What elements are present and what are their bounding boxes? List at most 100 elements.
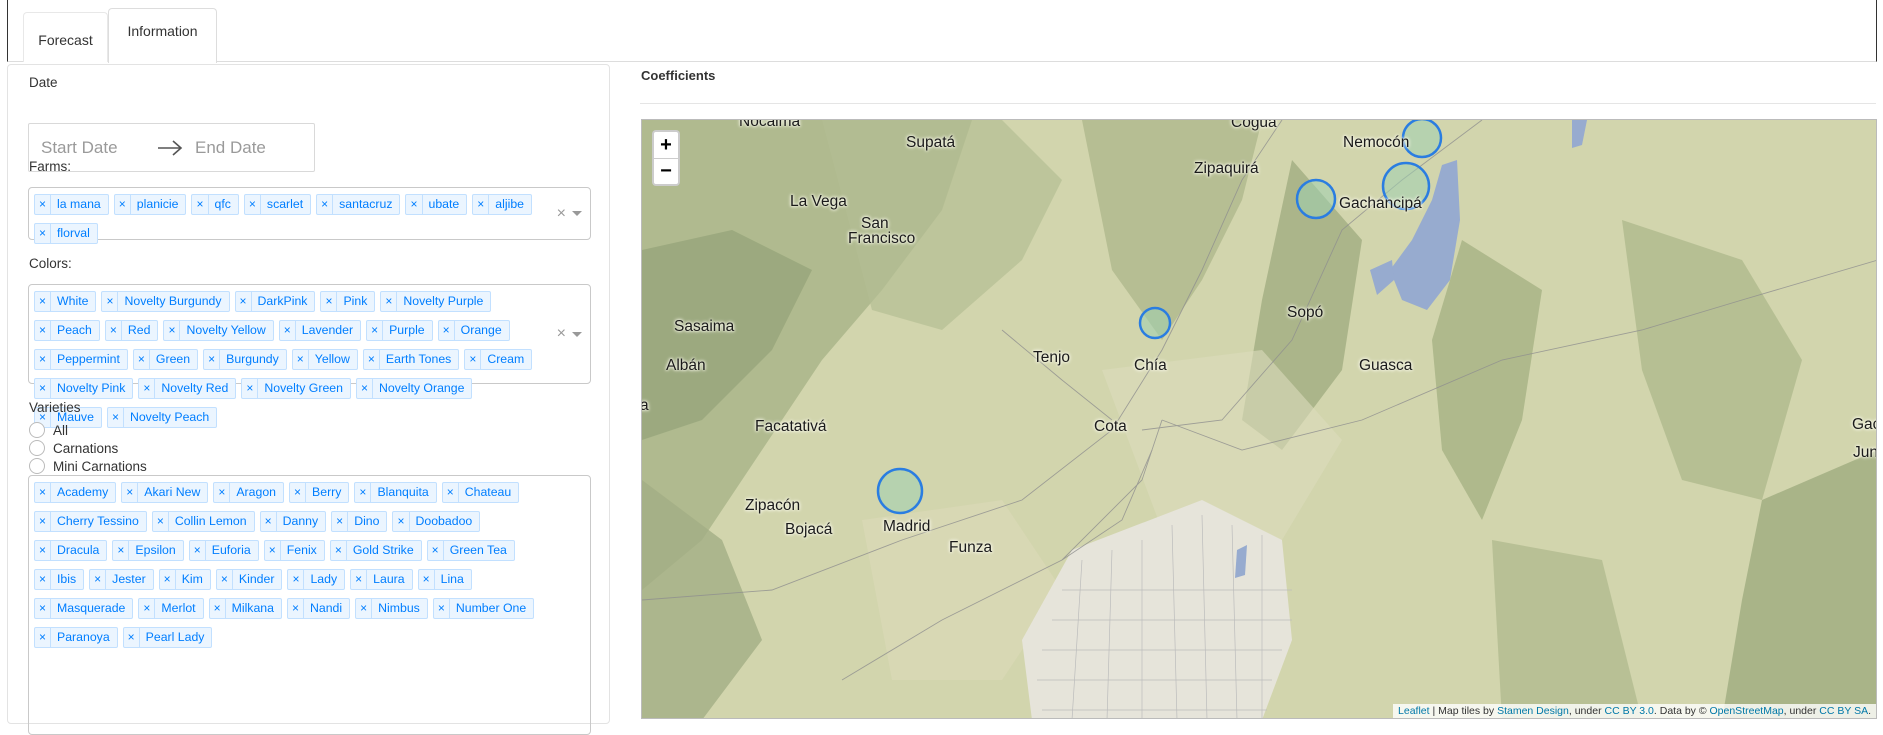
selected-tag[interactable]: × Lady bbox=[287, 569, 346, 590]
selected-tag[interactable]: × Fenix bbox=[263, 540, 325, 561]
selected-tag[interactable]: × Merlot bbox=[138, 598, 204, 619]
selected-tag[interactable]: × Nimbus bbox=[355, 598, 428, 619]
remove-tag-icon[interactable]: × bbox=[290, 483, 307, 502]
remove-tag-icon[interactable]: × bbox=[35, 483, 52, 502]
selected-tag[interactable]: × Novelty Peach bbox=[106, 407, 218, 428]
remove-tag-icon[interactable]: × bbox=[108, 408, 124, 427]
remove-tag-icon[interactable]: × bbox=[261, 512, 277, 531]
selected-tag[interactable]: × Yellow bbox=[291, 349, 358, 370]
start-date-input[interactable]: Start Date bbox=[41, 138, 118, 158]
selected-tag[interactable]: × Novelty Burgundy bbox=[101, 291, 230, 312]
remove-tag-icon[interactable]: × bbox=[134, 350, 150, 369]
selected-tag[interactable]: × qfc bbox=[191, 194, 239, 215]
selected-tag[interactable]: × Milkana bbox=[208, 598, 282, 619]
remove-tag-icon[interactable]: × bbox=[35, 350, 52, 369]
remove-tag-icon[interactable]: × bbox=[160, 570, 176, 589]
remove-tag-icon[interactable]: × bbox=[280, 321, 296, 340]
selected-tag[interactable]: × Orange bbox=[437, 320, 510, 341]
variety-radio-carnations[interactable]: Carnations bbox=[29, 440, 118, 456]
variety-radio-mini-carnations[interactable]: Mini Carnations bbox=[29, 458, 147, 474]
zoom-out-button[interactable]: − bbox=[654, 158, 678, 184]
remove-tag-icon[interactable]: × bbox=[153, 512, 169, 531]
farms-multiselect[interactable]: × la mana × planicie × qfc × scarlet × santacruz ×… bbox=[28, 187, 591, 244]
remove-tag-icon[interactable]: × bbox=[288, 599, 304, 618]
selected-tag[interactable]: × Chateau bbox=[441, 482, 520, 503]
selected-tag[interactable]: × Pink bbox=[320, 291, 376, 312]
remove-tag-icon[interactable]: × bbox=[236, 292, 252, 311]
selected-tag[interactable]: × Novelty Pink bbox=[34, 378, 134, 399]
remove-tag-icon[interactable]: × bbox=[164, 321, 181, 340]
selected-tag[interactable]: × Cherry Tessino bbox=[34, 511, 147, 532]
selected-tag[interactable]: × Cream bbox=[464, 349, 533, 370]
selected-tag[interactable]: × Kinder bbox=[215, 569, 283, 590]
selected-tag[interactable]: × Epsilon bbox=[112, 540, 184, 561]
selected-tag[interactable]: × Paranoya bbox=[34, 627, 118, 648]
selected-tag[interactable]: × Laura bbox=[350, 569, 413, 590]
remove-tag-icon[interactable]: × bbox=[35, 628, 52, 647]
selected-tag[interactable]: × Collin Lemon bbox=[151, 511, 255, 532]
remove-tag-icon[interactable]: × bbox=[321, 292, 338, 311]
remove-tag-icon[interactable]: × bbox=[35, 379, 52, 398]
selected-tag[interactable]: × Pearl Lady bbox=[122, 627, 213, 648]
varieties-multiselect[interactable]: × Academy × Akari New × Aragon × Berry × Blanquit… bbox=[28, 475, 591, 735]
remove-tag-icon[interactable]: × bbox=[356, 599, 373, 618]
selected-tag[interactable]: × la mana bbox=[34, 194, 109, 215]
remove-tag-icon[interactable]: × bbox=[367, 321, 384, 340]
remove-tag-icon[interactable]: × bbox=[419, 570, 435, 589]
remove-tag-icon[interactable]: × bbox=[355, 483, 372, 502]
selected-tag[interactable]: × Doobadoo bbox=[392, 511, 481, 532]
selected-tag[interactable]: × Danny bbox=[259, 511, 327, 532]
selected-tag[interactable]: × Earth Tones bbox=[362, 349, 460, 370]
selected-tag[interactable]: × Aragon bbox=[213, 482, 285, 503]
remove-tag-icon[interactable]: × bbox=[90, 570, 107, 589]
selected-tag[interactable]: × ubate bbox=[405, 194, 468, 215]
selected-tag[interactable]: × Berry bbox=[289, 482, 350, 503]
remove-tag-icon[interactable]: × bbox=[439, 321, 455, 340]
remove-tag-icon[interactable]: × bbox=[245, 195, 261, 214]
remove-tag-icon[interactable]: × bbox=[106, 321, 122, 340]
remove-tag-icon[interactable]: × bbox=[35, 195, 52, 214]
date-range-picker[interactable]: Start Date End Date bbox=[28, 123, 315, 172]
selected-tag[interactable]: × Ibis bbox=[34, 569, 85, 590]
selected-tag[interactable]: × Novelty Red bbox=[138, 378, 237, 399]
stamen-link[interactable]: Stamen Design bbox=[1497, 705, 1569, 717]
selected-tag[interactable]: × White bbox=[34, 291, 97, 312]
remove-tag-icon[interactable]: × bbox=[317, 195, 334, 214]
selected-tag[interactable]: × Purple bbox=[366, 320, 433, 341]
remove-tag-icon[interactable]: × bbox=[242, 379, 259, 398]
selected-tag[interactable]: × Novelty Yellow bbox=[163, 320, 274, 341]
radio-icon[interactable] bbox=[29, 422, 45, 438]
selected-tag[interactable]: × Academy bbox=[34, 482, 117, 503]
selected-tag[interactable]: × Novelty Purple bbox=[380, 291, 492, 312]
selected-tag[interactable]: × Euforia bbox=[188, 540, 259, 561]
end-date-input[interactable]: End Date bbox=[195, 138, 266, 158]
remove-tag-icon[interactable]: × bbox=[351, 570, 368, 589]
selected-tag[interactable]: × Number One bbox=[432, 598, 535, 619]
chevron-down-icon[interactable] bbox=[572, 211, 582, 216]
remove-tag-icon[interactable]: × bbox=[331, 541, 347, 560]
cc-by-sa-link[interactable]: CC BY SA bbox=[1819, 705, 1868, 717]
remove-tag-icon[interactable]: × bbox=[434, 599, 450, 618]
selected-tag[interactable]: × Akari New bbox=[121, 482, 209, 503]
remove-tag-icon[interactable]: × bbox=[35, 541, 52, 560]
remove-tag-icon[interactable]: × bbox=[293, 350, 309, 369]
remove-tag-icon[interactable]: × bbox=[122, 483, 139, 502]
remove-tag-icon[interactable]: × bbox=[35, 512, 52, 531]
selected-tag[interactable]: × aljibe bbox=[472, 194, 533, 215]
tab-forecast[interactable]: Forecast bbox=[23, 12, 108, 62]
selected-tag[interactable]: × Green Tea bbox=[426, 540, 515, 561]
chevron-down-icon[interactable] bbox=[572, 331, 582, 337]
remove-tag-icon[interactable]: × bbox=[190, 541, 206, 560]
selected-tag[interactable]: × Burgundy bbox=[203, 349, 287, 370]
selected-tag[interactable]: × Lavender bbox=[278, 320, 362, 341]
selected-tag[interactable]: × Blanquita bbox=[354, 482, 437, 503]
remove-tag-icon[interactable]: × bbox=[210, 599, 226, 618]
tab-information[interactable]: Information bbox=[108, 8, 217, 63]
remove-tag-icon[interactable]: × bbox=[35, 570, 52, 589]
remove-tag-icon[interactable]: × bbox=[288, 570, 305, 589]
remove-tag-icon[interactable]: × bbox=[139, 599, 156, 618]
remove-tag-icon[interactable]: × bbox=[428, 541, 444, 560]
cc-by-link[interactable]: CC BY 3.0 bbox=[1604, 705, 1653, 717]
remove-tag-icon[interactable]: × bbox=[265, 541, 281, 560]
farms-clear-icon[interactable]: × bbox=[557, 205, 566, 223]
